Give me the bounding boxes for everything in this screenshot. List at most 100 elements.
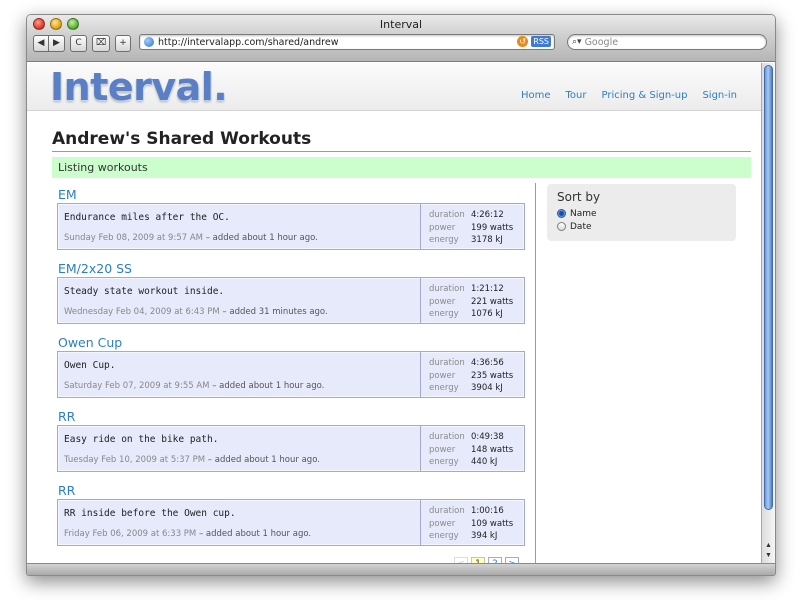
workout-stats: duration 4:26:12 power 199 watts energy 317… — [421, 204, 524, 249]
workout-card: Owen Cup. Saturday Feb 07, 2009 at 9:55 … — [57, 351, 525, 398]
workout-stats: duration 1:00:16 power 109 watts energy 394… — [421, 500, 524, 545]
title-bar: Interval ◀ ▶ C ⌧ + http://intervalapp.co… — [27, 15, 775, 62]
duration-label: duration — [429, 210, 465, 221]
browser-toolbar: ◀ ▶ C ⌧ + http://intervalapp.com/shared/… — [31, 32, 771, 54]
duration-value: 1:21:12 — [471, 284, 504, 295]
workout-added: – added 31 minutes ago. — [222, 307, 328, 317]
workout-meta: Tuesday Feb 10, 2009 at 5:37 PM – added … — [64, 455, 320, 465]
status-bar — [27, 563, 775, 575]
workout-date: Tuesday Feb 10, 2009 at 5:37 PM — [64, 455, 206, 465]
workout-description: Easy ride on the bike path. — [64, 434, 219, 445]
sort-panel: Sort by Name Date — [547, 184, 736, 241]
energy-value: 3178 kJ — [471, 235, 503, 246]
workout-list: EM Endurance miles after the OC. Sunday … — [57, 187, 525, 557]
workout-name-link[interactable]: RR — [58, 483, 525, 499]
workout-meta: Saturday Feb 07, 2009 at 9:55 AM – added… — [64, 381, 324, 391]
workout-meta: Friday Feb 06, 2009 at 6:33 PM – added a… — [64, 529, 311, 539]
workout-stats: duration 1:21:12 power 221 watts energy 107… — [421, 278, 524, 323]
workout-added: – added about 1 hour ago. — [205, 233, 318, 243]
duration-label: duration — [429, 506, 465, 517]
nav-pricing-link[interactable]: Pricing & Sign-up — [601, 90, 687, 101]
power-value: 109 watts — [471, 518, 514, 529]
window-title: Interval — [379, 18, 423, 31]
workout-description: RR inside before the Owen cup. — [64, 508, 236, 519]
energy-value: 440 kJ — [471, 457, 498, 468]
workout-name-link[interactable]: EM/2x20 SS — [58, 261, 525, 277]
power-label: power — [429, 518, 456, 529]
workout-added: – added about 1 hour ago. — [198, 529, 312, 539]
bookmarks-icon[interactable]: ⌧ — [92, 34, 110, 52]
scroll-arrows-icon[interactable]: ▲ ▼ — [762, 541, 775, 561]
workout-item: EM Endurance miles after the OC. Sunday … — [57, 187, 525, 250]
title-divider — [52, 151, 751, 152]
vertical-scrollbar[interactable]: ▲ ▼ — [761, 63, 775, 563]
nav-signin-link[interactable]: Sign-in — [702, 90, 737, 101]
reload-button[interactable]: C — [70, 34, 87, 52]
workout-name-link[interactable]: RR — [58, 409, 525, 425]
workout-summary: Steady state workout inside. Wednesday F… — [58, 278, 421, 323]
energy-value: 3904 kJ — [471, 383, 503, 394]
page-title: Andrew's Shared Workouts — [52, 129, 312, 149]
duration-value: 4:36:56 — [471, 358, 504, 369]
interval-logo[interactable]: Interval. — [50, 65, 228, 109]
back-button[interactable]: ◀ — [33, 34, 49, 52]
workout-summary: Easy ride on the bike path. Tuesday Feb … — [58, 426, 421, 471]
power-value: 148 watts — [471, 444, 514, 455]
power-label: power — [429, 370, 456, 381]
workout-item: RR Easy ride on the bike path. Tuesday F… — [57, 409, 525, 472]
column-divider — [535, 183, 536, 563]
duration-label: duration — [429, 284, 465, 295]
workout-summary: Endurance miles after the OC. Sunday Feb… — [58, 204, 421, 249]
scrollbar-thumb[interactable] — [764, 65, 773, 510]
workout-description: Endurance miles after the OC. — [64, 212, 230, 223]
energy-label: energy — [429, 531, 459, 542]
workout-meta: Sunday Feb 08, 2009 at 9:57 AM – added a… — [64, 233, 318, 243]
workout-card: Easy ride on the bike path. Tuesday Feb … — [57, 425, 525, 472]
address-bar[interactable]: http://intervalapp.com/shared/andrew ↺ R… — [139, 34, 555, 50]
workout-date: Friday Feb 06, 2009 at 6:33 PM — [64, 529, 197, 539]
search-input[interactable]: ⌕▾ Google — [567, 34, 767, 50]
power-value: 221 watts — [471, 296, 514, 307]
workout-card: Endurance miles after the OC. Sunday Feb… — [57, 203, 525, 250]
workout-stats: duration 4:36:56 power 235 watts energy 390… — [421, 352, 524, 397]
history-buttons: ◀ ▶ — [33, 34, 65, 52]
workout-added: – added about 1 hour ago. — [207, 455, 320, 465]
power-label: power — [429, 222, 456, 233]
duration-value: 0:49:38 — [471, 432, 504, 443]
workout-description: Owen Cup. — [64, 360, 116, 371]
browser-window: Interval ◀ ▶ C ⌧ + http://intervalapp.co… — [26, 14, 776, 576]
workout-added: – added about 1 hour ago. — [212, 381, 325, 391]
site-globe-icon — [144, 37, 154, 47]
duration-value: 1:00:16 — [471, 506, 504, 517]
sort-date-radio[interactable] — [557, 222, 566, 231]
workout-stats: duration 0:49:38 power 148 watts energy 440… — [421, 426, 524, 471]
snapback-icon[interactable]: ↺ — [517, 36, 529, 47]
sort-option-name[interactable]: Name — [557, 207, 726, 220]
workout-item: Owen Cup Owen Cup. Saturday Feb 07, 2009… — [57, 335, 525, 398]
energy-label: energy — [429, 383, 459, 394]
page-viewport: Interval. Home Tour Pricing & Sign-up Si… — [27, 63, 761, 563]
workout-card: RR inside before the Owen cup. Friday Fe… — [57, 499, 525, 546]
nav-home-link[interactable]: Home — [521, 90, 551, 101]
duration-label: duration — [429, 432, 465, 443]
forward-button[interactable]: ▶ — [49, 34, 65, 52]
rss-button[interactable]: RSS — [531, 36, 551, 47]
workout-meta: Wednesday Feb 04, 2009 at 6:43 PM – adde… — [64, 307, 328, 317]
add-bookmark-button[interactable]: + — [115, 34, 131, 52]
sort-option-date[interactable]: Date — [557, 220, 726, 233]
nav-tour-link[interactable]: Tour — [566, 90, 587, 101]
workout-date: Wednesday Feb 04, 2009 at 6:43 PM — [64, 307, 220, 317]
sort-name-radio[interactable] — [557, 209, 566, 218]
workout-item: EM/2x20 SS Steady state workout inside. … — [57, 261, 525, 324]
workout-description: Steady state workout inside. — [64, 286, 225, 297]
sort-name-label: Name — [570, 208, 597, 219]
duration-label: duration — [429, 358, 465, 369]
energy-value: 394 kJ — [471, 531, 498, 542]
power-value: 235 watts — [471, 370, 514, 381]
power-value: 199 watts — [471, 222, 514, 233]
energy-label: energy — [429, 235, 459, 246]
workout-name-link[interactable]: Owen Cup — [58, 335, 525, 351]
workout-summary: RR inside before the Owen cup. Friday Fe… — [58, 500, 421, 545]
workout-name-link[interactable]: EM — [58, 187, 525, 203]
url-text: http://intervalapp.com/shared/andrew — [158, 36, 339, 48]
